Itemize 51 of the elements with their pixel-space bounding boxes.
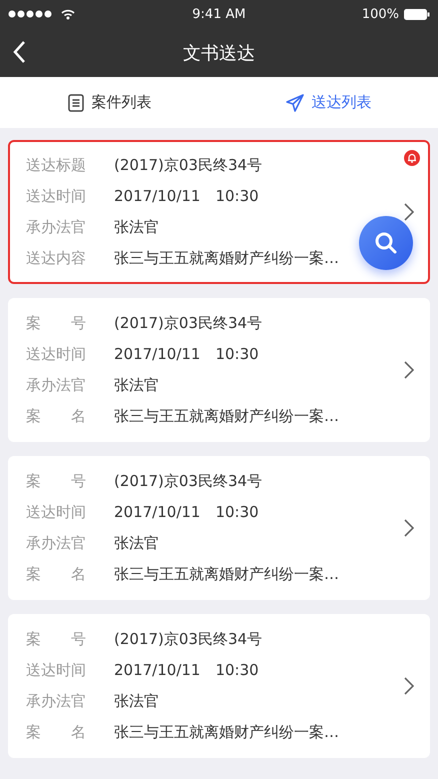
field-value: (2017)京03民终34号 <box>114 156 262 174</box>
field-value: 张三与王五就离婚财产纠纷一案… <box>114 249 339 268</box>
field-label: 承办法官 <box>26 534 87 554</box>
field-label: 送达标题 <box>26 156 87 174</box>
field-value: 张法官 <box>114 692 159 712</box>
field-label: 送达时间 <box>26 660 87 680</box>
field-value: 张三与王五就离婚财产纠纷一案… <box>114 565 339 584</box>
tab[interactable]: 送达列表 <box>219 77 438 128</box>
status-time: 9:41 AM <box>192 6 246 22</box>
field-label: 承办法官 <box>26 376 87 396</box>
field-label: 案 名 <box>26 407 87 426</box>
case-card[interactable]: 案 号 (2017)京03民终34号 送达时间 2017/10/11 10:30 承办法官 张法官 案 名 张三与王五就离婚财产纠纷一案… <box>8 614 430 758</box>
search-icon <box>374 231 398 255</box>
field-value: 2017/10/11 10:30 <box>114 502 259 522</box>
field-value: 2017/10/11 10:30 <box>114 660 259 680</box>
field-label: 案 号 <box>26 630 87 648</box>
battery-icon <box>404 8 430 20</box>
paper-plane-icon <box>286 94 304 112</box>
chevron-right-icon <box>404 361 414 379</box>
battery-percent: 100% <box>362 6 399 22</box>
field-label: 承办法官 <box>26 692 87 712</box>
case-card[interactable]: 送达标题 (2017)京03民终34号 送达时间 2017/10/11 10:30 承办法官 张法官 送达内容 张三与王五就离婚财产纠纷一案… <box>8 140 430 284</box>
field-value: 张法官 <box>114 376 159 396</box>
wifi-icon <box>61 8 75 20</box>
chevron-right-icon <box>404 519 414 537</box>
field-value: (2017)京03民终34号 <box>114 630 262 648</box>
case-card[interactable]: 案 号 (2017)京03民终34号 送达时间 2017/10/11 10:30 承办法官 张法官 案 名 张三与王五就离婚财产纠纷一案… <box>8 298 430 442</box>
field-label: 送达内容 <box>26 249 87 268</box>
field-value: 2017/10/11 10:30 <box>114 186 259 206</box>
case-card[interactable]: 案 号 (2017)京03民终34号 送达时间 2017/10/11 10:30 承办法官 张法官 案 名 张三与王五就离婚财产纠纷一案… <box>8 456 430 600</box>
field-value: 2017/10/11 10:30 <box>114 344 259 364</box>
field-value: 张三与王五就离婚财产纠纷一案… <box>114 723 339 742</box>
back-icon <box>12 40 26 64</box>
field-value: 张三与王五就离婚财产纠纷一案… <box>114 407 339 426</box>
chevron-right-icon <box>404 203 414 221</box>
field-value: (2017)京03民终34号 <box>114 472 262 490</box>
page-title: 文书送达 <box>183 42 255 64</box>
field-value: (2017)京03民终34号 <box>114 314 262 332</box>
field-value: 张法官 <box>114 218 159 238</box>
document-icon <box>68 94 84 112</box>
chevron-right-icon <box>404 677 414 695</box>
field-label: 送达时间 <box>26 344 87 364</box>
field-label: 送达时间 <box>26 502 87 522</box>
field-label: 送达时间 <box>26 186 87 206</box>
tab[interactable]: 案件列表 <box>0 77 219 128</box>
field-value: 张法官 <box>114 534 159 554</box>
field-label: 案 号 <box>26 472 87 490</box>
field-label: 案 名 <box>26 565 87 584</box>
field-label: 案 名 <box>26 723 87 742</box>
field-label: 案 号 <box>26 314 87 332</box>
field-label: 承办法官 <box>26 218 87 238</box>
